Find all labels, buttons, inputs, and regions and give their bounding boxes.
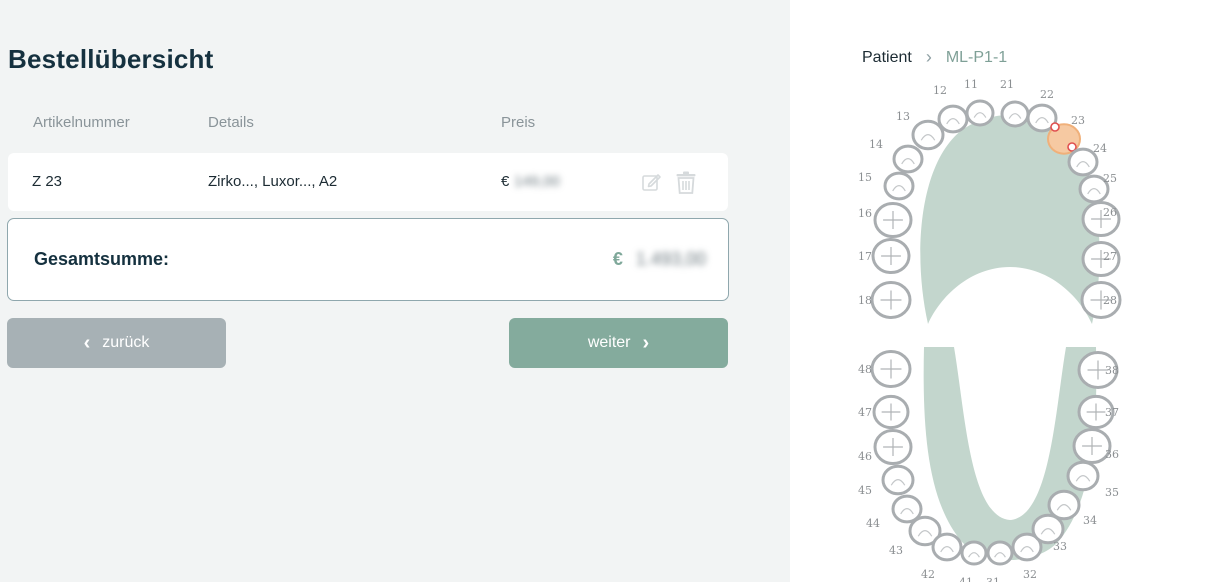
tooth-13[interactable] bbox=[911, 119, 945, 151]
tooth-number-14: 14 bbox=[869, 138, 883, 151]
price-currency: € bbox=[501, 173, 510, 190]
next-button[interactable]: weiter › bbox=[509, 318, 728, 368]
tooth-11[interactable] bbox=[965, 99, 995, 127]
tooth-number-12: 12 bbox=[933, 84, 947, 97]
breadcrumb-patient-id: ML-P1-1 bbox=[945, 48, 1008, 66]
tooth-number-28: 28 bbox=[1103, 294, 1117, 307]
tooth-number-16: 16 bbox=[858, 207, 872, 220]
edit-icon[interactable] bbox=[641, 171, 663, 193]
tooth-18[interactable] bbox=[870, 281, 912, 319]
next-button-label: weiter bbox=[587, 334, 631, 351]
tooth-chart-panel: Patient › ML-P1-1 18 17 16 15 14 13 12 11 21 22 23… bbox=[790, 0, 1210, 582]
tooth-46[interactable] bbox=[873, 428, 913, 466]
price-value: 149,00 bbox=[514, 173, 560, 190]
order-overview-panel: Bestellübersicht Artikelnummer Details P… bbox=[0, 0, 790, 582]
tooth-number-23: 23 bbox=[1071, 114, 1085, 127]
total-currency: € bbox=[612, 249, 623, 269]
article-number: Z 23 bbox=[32, 173, 63, 190]
tooth-number-17: 17 bbox=[858, 250, 872, 263]
tooth-15[interactable] bbox=[883, 171, 915, 201]
tooth-number-45: 45 bbox=[858, 484, 872, 497]
chevron-right-icon: › bbox=[642, 332, 650, 354]
tooth-17[interactable] bbox=[871, 237, 911, 275]
tooth-number-27: 27 bbox=[1103, 250, 1117, 263]
table-row: Z 23 Zirko..., Luxor..., A2 € 149,00 bbox=[8, 153, 728, 211]
column-header-price: Preis bbox=[501, 114, 536, 131]
tooth-34[interactable] bbox=[1047, 489, 1081, 521]
tooth-number-46: 46 bbox=[858, 450, 872, 463]
tooth-number-24: 24 bbox=[1093, 142, 1107, 155]
total-label: Gesamtsumme: bbox=[34, 249, 170, 269]
tooth-number-11: 11 bbox=[964, 78, 978, 91]
breadcrumb-patient[interactable]: Patient bbox=[862, 49, 912, 67]
tooth-number-42: 42 bbox=[921, 568, 935, 581]
tooth-31[interactable] bbox=[986, 540, 1014, 566]
tooth-number-47: 47 bbox=[858, 406, 872, 419]
trash-icon[interactable] bbox=[675, 171, 697, 194]
tooth-number-33: 33 bbox=[1053, 540, 1067, 553]
total-summary: Gesamtsumme: € 1.493,00 bbox=[7, 218, 729, 301]
tooth-number-43: 43 bbox=[889, 544, 903, 557]
tooth-21[interactable] bbox=[1000, 100, 1030, 128]
tooth-number-35: 35 bbox=[1105, 486, 1119, 499]
tooth-14[interactable] bbox=[892, 144, 924, 174]
tooth-41[interactable] bbox=[960, 540, 988, 566]
tooth-number-37: 37 bbox=[1105, 406, 1119, 419]
tooth-number-21: 21 bbox=[1000, 78, 1014, 91]
tooth-16[interactable] bbox=[873, 201, 913, 239]
selection-marker bbox=[1050, 122, 1060, 132]
tooth-number-25: 25 bbox=[1103, 172, 1117, 185]
tooth-number-44: 44 bbox=[866, 517, 880, 530]
back-button[interactable]: ‹ zurück bbox=[7, 318, 226, 368]
tooth-number-22: 22 bbox=[1040, 88, 1054, 101]
tooth-number-26: 26 bbox=[1103, 206, 1117, 219]
back-button-label: zurück bbox=[102, 334, 150, 351]
tooth-number-31: 31 bbox=[986, 576, 1000, 582]
chevron-left-icon: ‹ bbox=[83, 332, 91, 354]
column-header-article: Artikelnummer bbox=[33, 114, 130, 131]
tooth-number-18: 18 bbox=[858, 294, 872, 307]
tooth-42[interactable] bbox=[931, 532, 963, 562]
tooth-47[interactable] bbox=[872, 394, 910, 430]
total-amount: € 1.493,00 bbox=[613, 249, 706, 270]
tooth-number-48: 48 bbox=[858, 363, 872, 376]
article-details: Zirko..., Luxor..., A2 bbox=[208, 173, 338, 190]
page-title: Bestellübersicht bbox=[8, 44, 214, 74]
tooth-number-34: 34 bbox=[1083, 514, 1097, 527]
tooth-number-36: 36 bbox=[1105, 448, 1119, 461]
tooth-number-41: 41 bbox=[959, 576, 973, 582]
total-value: 1.493,00 bbox=[635, 249, 706, 269]
tooth-number-15: 15 bbox=[858, 171, 872, 184]
tooth-number-38: 38 bbox=[1105, 364, 1119, 377]
tooth-number-13: 13 bbox=[896, 110, 910, 123]
column-header-details: Details bbox=[208, 114, 254, 131]
breadcrumb: Patient › ML-P1-1 bbox=[862, 47, 1007, 68]
chevron-right-icon: › bbox=[925, 47, 932, 67]
tooth-45[interactable] bbox=[881, 464, 915, 496]
tooth-12[interactable] bbox=[937, 104, 969, 134]
tooth-48[interactable] bbox=[870, 350, 912, 388]
tooth-number-32: 32 bbox=[1023, 568, 1037, 581]
dental-chart: 18 17 16 15 14 13 12 11 21 22 23 24 25 26 27 28 48 47 46 45… bbox=[858, 78, 1122, 582]
tooth-35[interactable] bbox=[1066, 460, 1100, 492]
